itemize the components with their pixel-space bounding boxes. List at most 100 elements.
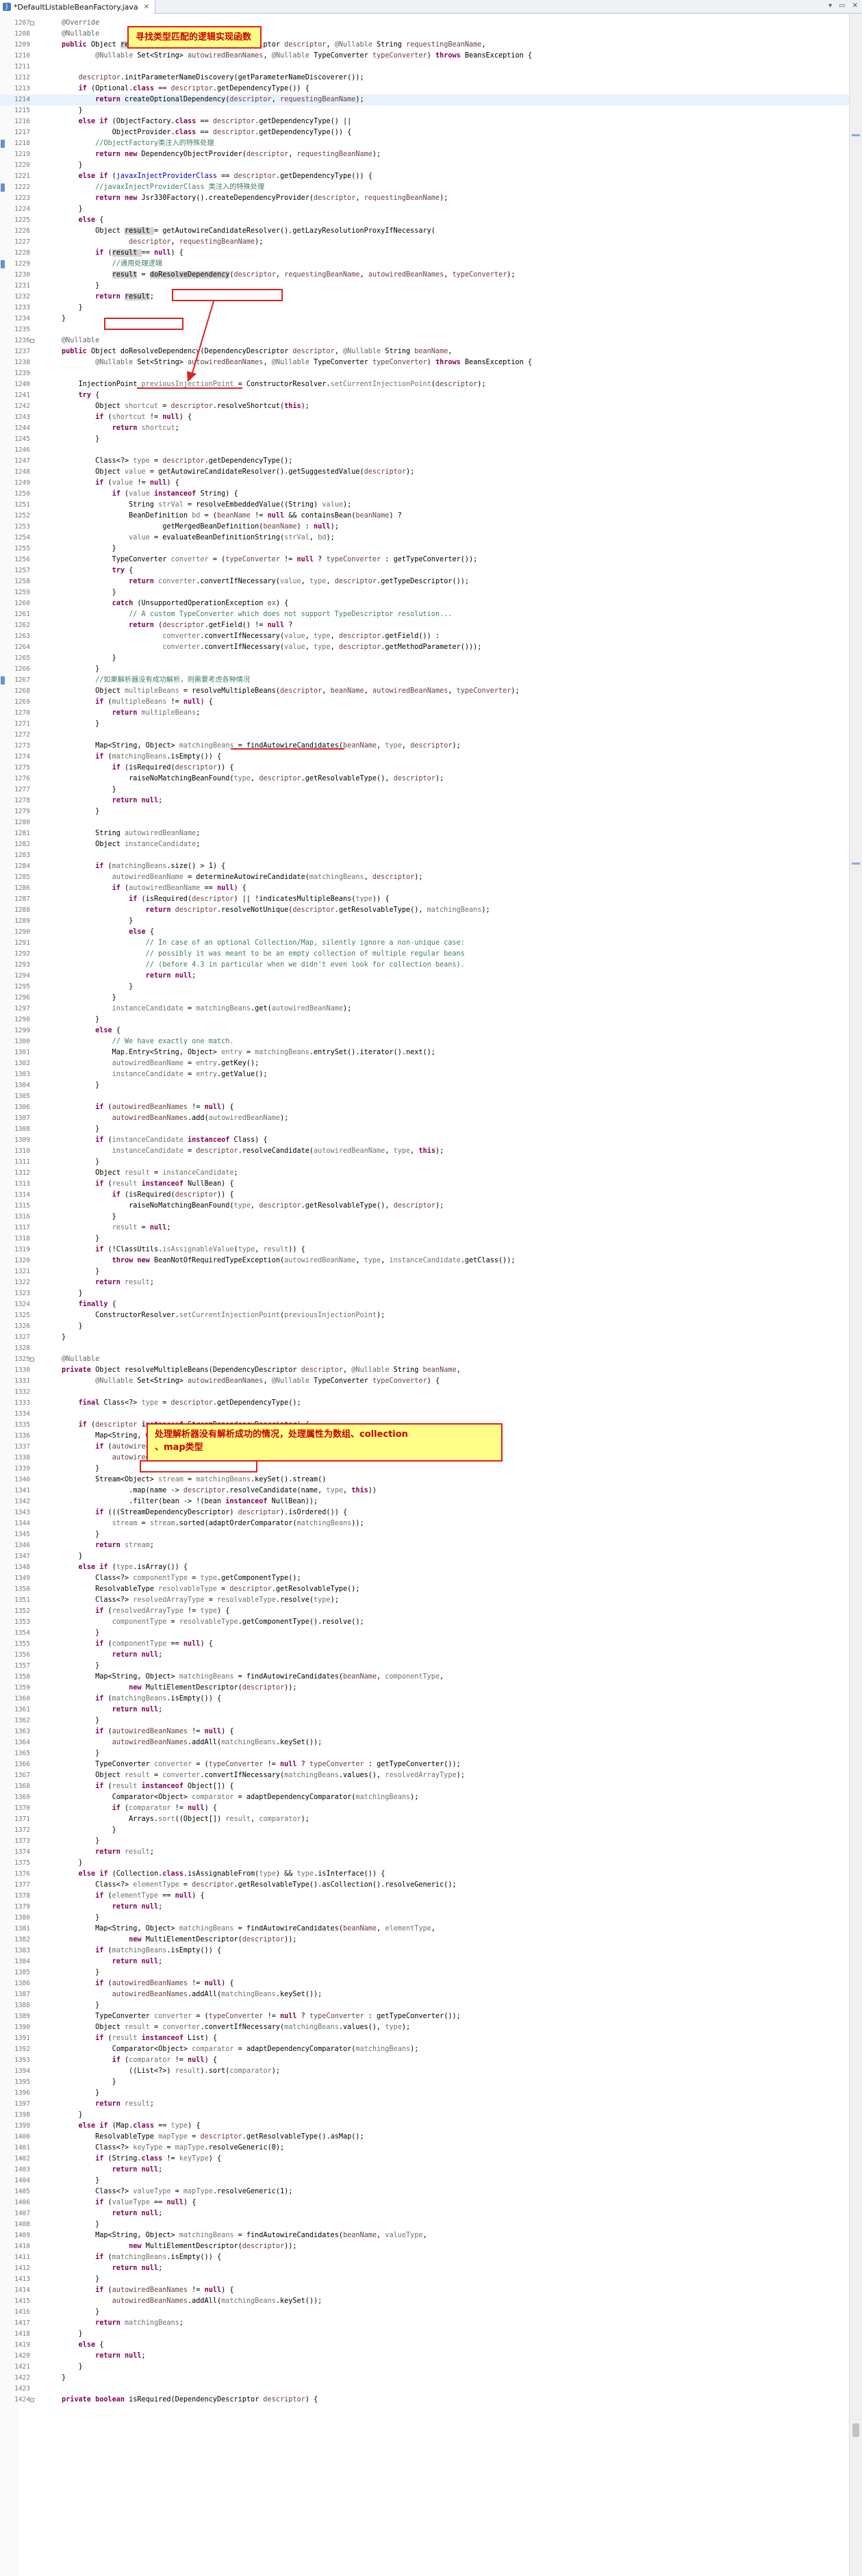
code-line[interactable]: 1326 }: [0, 1321, 849, 1332]
code-line[interactable]: 1296 }: [0, 993, 849, 1004]
code-line[interactable]: 1413 }: [0, 2274, 849, 2285]
code-line[interactable]: 1330 private Object resolveMultipleBeans(…: [0, 1365, 849, 1376]
code-line[interactable]: 1322 return result;: [0, 1277, 849, 1288]
code-line[interactable]: 1263 converter.convertIfNecessary(value,…: [0, 631, 849, 642]
code-line[interactable]: 1324 finally {: [0, 1299, 849, 1310]
code-line[interactable]: 1403 return null;: [0, 2165, 849, 2176]
code-line[interactable]: 1280: [0, 817, 849, 828]
code-line[interactable]: 1381 Map<String, Object> matchingBeans =…: [0, 1924, 849, 1935]
code-line[interactable]: 1405 Class<?> valueType = mapType.resolv…: [0, 2186, 849, 2197]
code-line[interactable]: 1311 }: [0, 1157, 849, 1168]
code-line[interactable]: 1420 return null;: [0, 2351, 849, 2362]
code-line[interactable]: 1333 final Class<?> type = descriptor.ge…: [0, 1398, 849, 1409]
code-line[interactable]: 1419 else {: [0, 2340, 849, 2351]
code-line[interactable]: 1254 value = evaluateBeanDefinitionStrin…: [0, 533, 849, 544]
code-line[interactable]: 1370 if (comparator != null) {: [0, 1803, 849, 1814]
code-line[interactable]: 1349 Class<?> componentType = type.getCo…: [0, 1573, 849, 1584]
code-line[interactable]: 1249 if (value != null) {: [0, 478, 849, 489]
code-line[interactable]: 1377 Class<?> elementType = descriptor.g…: [0, 1880, 849, 1891]
code-line[interactable]: 1406 if (valueType == null) {: [0, 2197, 849, 2208]
code-line[interactable]: 1342 .filter(bean -> !(bean instanceof N…: [0, 1496, 849, 1507]
code-line[interactable]: 1389 TypeConverter converter = (typeConv…: [0, 2011, 849, 2022]
code-line[interactable]: 1244 return shortcut;: [0, 423, 849, 434]
code-line[interactable]: 1340 Stream<Object> stream = matchingBea…: [0, 1475, 849, 1485]
code-line[interactable]: 1353 componentType = resolvableType.getC…: [0, 1617, 849, 1628]
code-line[interactable]: 1376 else if (Collection.class.isAssigna…: [0, 1869, 849, 1880]
code-line[interactable]: 1341 .map(name -> descriptor.resolveCand…: [0, 1485, 849, 1496]
code-line[interactable]: 1350 ResolvableType resolvableType = des…: [0, 1584, 849, 1595]
code-line[interactable]: 1248 Object value = getAutowireCandidate…: [0, 467, 849, 478]
code-line[interactable]: 1238 @Nullable Set<String> autowiredBean…: [0, 357, 849, 368]
code-line[interactable]: 1288 return descriptor.resolveNotUnique(…: [0, 905, 849, 916]
code-line[interactable]: 1304 }: [0, 1080, 849, 1091]
code-line[interactable]: 1218 //ObjectFactory类注入的特殊处理: [0, 138, 849, 149]
code-line[interactable]: 1289 }: [0, 916, 849, 927]
code-line[interactable]: 1224 }: [0, 204, 849, 215]
code-line[interactable]: 1225 else {: [0, 215, 849, 226]
code-line[interactable]: 1284 if (matchingBeans.size() > 1) {: [0, 861, 849, 872]
scrollbar-thumb[interactable]: [852, 2423, 859, 2437]
maximize-icon[interactable]: ▭: [839, 2, 845, 10]
code-line[interactable]: 1362 }: [0, 1716, 849, 1726]
code-line[interactable]: 1371 Arrays.sort((Object[]) result, comp…: [0, 1814, 849, 1825]
code-line[interactable]: 1392 Comparator<Object> comparator = ada…: [0, 2044, 849, 2055]
code-line[interactable]: 1312 Object result = instanceCandidate;: [0, 1168, 849, 1179]
code-line[interactable]: 1273 Map<String, Object> matchingBeans =…: [0, 741, 849, 752]
fold-toggle-icon[interactable]: [30, 21, 34, 25]
code-line[interactable]: 1279 }: [0, 806, 849, 817]
code-line[interactable]: 1293 // (before 4.3 in particular when w…: [0, 960, 849, 971]
code-line[interactable]: 1230 result = doResolveDependency(descri…: [0, 270, 849, 281]
code-line[interactable]: 1343 if (((StreamDependencyDescriptor) d…: [0, 1507, 849, 1518]
code-line[interactable]: 1270 return multipleBeans;: [0, 708, 849, 719]
code-line[interactable]: 1344 stream = stream.sorted(adaptOrderCo…: [0, 1518, 849, 1529]
code-line[interactable]: 1382 new MultiElementDescriptor(descript…: [0, 1935, 849, 1946]
code-line[interactable]: 1363 if (autowiredBeanNames != null) {: [0, 1726, 849, 1737]
code-line[interactable]: 1374 return result;: [0, 1847, 849, 1858]
code-line[interactable]: 1414 if (autowiredBeanNames != null) {: [0, 2285, 849, 2296]
code-line[interactable]: 1384 return null;: [0, 1956, 849, 1967]
code-line[interactable]: 1253 getMergedBeanDefinition(beanName) :…: [0, 522, 849, 533]
code-line[interactable]: 1214 return createOptionalDependency(des…: [0, 94, 849, 105]
code-line[interactable]: 1402 if (String.class != keyType) {: [0, 2154, 849, 2165]
code-line[interactable]: 1283: [0, 850, 849, 861]
code-line[interactable]: 1416 }: [0, 2307, 849, 2318]
code-line[interactable]: 1300 // We have exactly one match.: [0, 1036, 849, 1047]
code-line[interactable]: 1269 if (multipleBeans != null) {: [0, 697, 849, 708]
code-line[interactable]: 1407 return null;: [0, 2208, 849, 2219]
code-line[interactable]: 1268 Object multipleBeans = resolveMulti…: [0, 686, 849, 697]
code-line[interactable]: 1390 Object result = converter.convertIf…: [0, 2022, 849, 2033]
code-line[interactable]: 1220 }: [0, 160, 849, 171]
code-line[interactable]: 1351 Class<?> resolvedArrayType = resolv…: [0, 1595, 849, 1606]
code-line[interactable]: 1380 }: [0, 1913, 849, 1924]
code-line[interactable]: 1292 // possibly it was meant to be an e…: [0, 949, 849, 960]
code-line[interactable]: 1278 return null;: [0, 795, 849, 806]
code-line[interactable]: 1408 }: [0, 2219, 849, 2230]
code-line[interactable]: 1366 TypeConverter converter = (typeConv…: [0, 1759, 849, 1770]
code-line[interactable]: 1287 if (isRequired(descriptor) || !indi…: [0, 894, 849, 905]
code-line[interactable]: 1306 if (autowiredBeanNames != null) {: [0, 1102, 849, 1113]
code-line[interactable]: 1239: [0, 368, 849, 379]
fold-toggle-icon[interactable]: [30, 2398, 34, 2402]
code-line[interactable]: 1315 raiseNoMatchingBeanFound(type, desc…: [0, 1201, 849, 1212]
code-line[interactable]: 1308 }: [0, 1124, 849, 1135]
code-line[interactable]: 1260 catch (UnsupportedOperationExceptio…: [0, 598, 849, 609]
code-line[interactable]: 1378 if (elementType == null) {: [0, 1891, 849, 1902]
code-line[interactable]: 1415 autowiredBeanNames.addAll(matchingB…: [0, 2296, 849, 2307]
code-line[interactable]: 1361 return null;: [0, 1705, 849, 1716]
code-line[interactable]: 1391 if (result instanceof List) {: [0, 2033, 849, 2044]
code-line[interactable]: 1256 TypeConverter converter = (typeConv…: [0, 554, 849, 565]
code-line[interactable]: 1258 return converter.convertIfNecessary…: [0, 576, 849, 587]
code-line[interactable]: 1395 }: [0, 2077, 849, 2088]
code-line[interactable]: 1421 }: [0, 2362, 849, 2373]
code-line[interactable]: 1360 if (matchingBeans.isEmpty()) {: [0, 1694, 849, 1705]
code-line[interactable]: 1334: [0, 1409, 849, 1420]
fold-toggle-icon[interactable]: [30, 1357, 34, 1362]
code-line[interactable]: 1411 if (matchingBeans.isEmpty()) {: [0, 2252, 849, 2263]
code-line[interactable]: 1383 if (matchingBeans.isEmpty()) {: [0, 1946, 849, 1956]
code-line[interactable]: 1412 return null;: [0, 2263, 849, 2274]
code-line[interactable]: 1331 @Nullable Set<String> autowiredBean…: [0, 1376, 849, 1387]
code-line[interactable]: 1302 autowiredBeanName = entry.getKey();: [0, 1058, 849, 1069]
code-line[interactable]: 1274 if (matchingBeans.isEmpty()) {: [0, 752, 849, 763]
code-line[interactable]: 1404 }: [0, 2176, 849, 2186]
code-line[interactable]: 1282 Object instanceCandidate;: [0, 839, 849, 850]
